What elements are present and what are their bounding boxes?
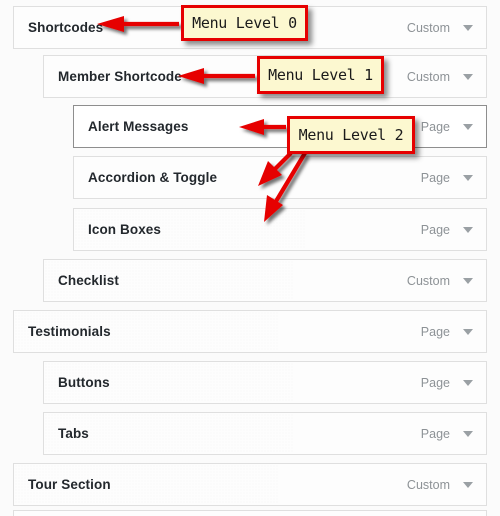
menu-item-row[interactable]: Testimonials Page bbox=[13, 310, 487, 353]
menu-item-row[interactable]: Alert Messages Page bbox=[73, 105, 487, 148]
menu-item-type-label: Page bbox=[420, 170, 450, 185]
menu-item-title: Member Shortcode bbox=[58, 69, 182, 84]
menu-structure-editor: Shortcodes Custom Member Shortcode Custom Al… bbox=[0, 0, 500, 516]
annotation-callout: Menu Level 1 bbox=[257, 56, 384, 94]
menu-item-title: Buttons bbox=[58, 375, 110, 390]
menu-item-type-label: Custom bbox=[406, 69, 450, 84]
menu-item-meta: Page bbox=[421, 171, 486, 185]
menu-item-title: Testimonials bbox=[28, 324, 111, 339]
chevron-down-icon[interactable] bbox=[463, 277, 473, 284]
menu-item-row[interactable]: Buttons Page bbox=[43, 361, 487, 404]
menu-item-type-label: Custom bbox=[406, 20, 450, 35]
menu-item-meta: Custom bbox=[407, 274, 486, 288]
chevron-down-icon[interactable] bbox=[463, 174, 473, 181]
menu-item-type-label: Custom bbox=[406, 477, 450, 492]
chevron-down-icon[interactable] bbox=[463, 73, 473, 80]
menu-item-title: Shortcodes bbox=[28, 20, 104, 35]
chevron-down-icon[interactable] bbox=[463, 24, 473, 31]
chevron-down-icon[interactable] bbox=[463, 430, 473, 437]
menu-item-row[interactable]: Checklist Custom bbox=[43, 259, 487, 302]
chevron-down-icon[interactable] bbox=[463, 226, 473, 233]
menu-item-row[interactable]: Accordion & Toggle Page bbox=[73, 156, 487, 199]
menu-item-row[interactable]: Tabs Page bbox=[43, 412, 487, 455]
menu-item-title: Accordion & Toggle bbox=[88, 170, 218, 185]
menu-item-meta: Page bbox=[421, 427, 486, 441]
menu-item-type-label: Page bbox=[420, 222, 450, 237]
annotation-callout: Menu Level 2 bbox=[287, 116, 415, 154]
menu-item-row-partial[interactable] bbox=[13, 510, 487, 516]
menu-item-title: Icon Boxes bbox=[88, 222, 162, 237]
menu-item-title: Tour Section bbox=[28, 477, 111, 492]
menu-item-row[interactable]: Tour Section Custom bbox=[13, 463, 487, 506]
menu-item-type-label: Page bbox=[420, 119, 450, 134]
chevron-down-icon[interactable] bbox=[463, 379, 473, 386]
menu-item-type-label: Page bbox=[420, 375, 450, 390]
chevron-down-icon[interactable] bbox=[463, 328, 473, 335]
menu-item-meta: Custom bbox=[407, 70, 486, 84]
menu-item-type-label: Page bbox=[420, 426, 450, 441]
annotation-callout-label: Menu Level 2 bbox=[298, 126, 404, 144]
annotation-callout-label: Menu Level 1 bbox=[268, 66, 373, 84]
menu-item-meta: Page bbox=[421, 120, 486, 134]
chevron-down-icon[interactable] bbox=[463, 481, 473, 488]
menu-item-title: Alert Messages bbox=[88, 119, 189, 134]
menu-item-title: Tabs bbox=[58, 426, 89, 441]
menu-item-meta: Page bbox=[421, 325, 486, 339]
menu-item-type-label: Page bbox=[420, 324, 450, 339]
annotation-callout-label: Menu Level 0 bbox=[192, 14, 297, 32]
menu-item-type-label: Custom bbox=[406, 273, 450, 288]
menu-item-meta: Custom bbox=[407, 478, 486, 492]
menu-item-row[interactable]: Icon Boxes Page bbox=[73, 208, 487, 251]
chevron-down-icon[interactable] bbox=[463, 123, 473, 130]
annotation-callout: Menu Level 0 bbox=[181, 5, 308, 41]
menu-item-title: Checklist bbox=[58, 273, 119, 288]
menu-item-meta: Page bbox=[421, 223, 486, 237]
menu-item-meta: Custom bbox=[407, 21, 486, 35]
menu-item-meta: Page bbox=[421, 376, 486, 390]
